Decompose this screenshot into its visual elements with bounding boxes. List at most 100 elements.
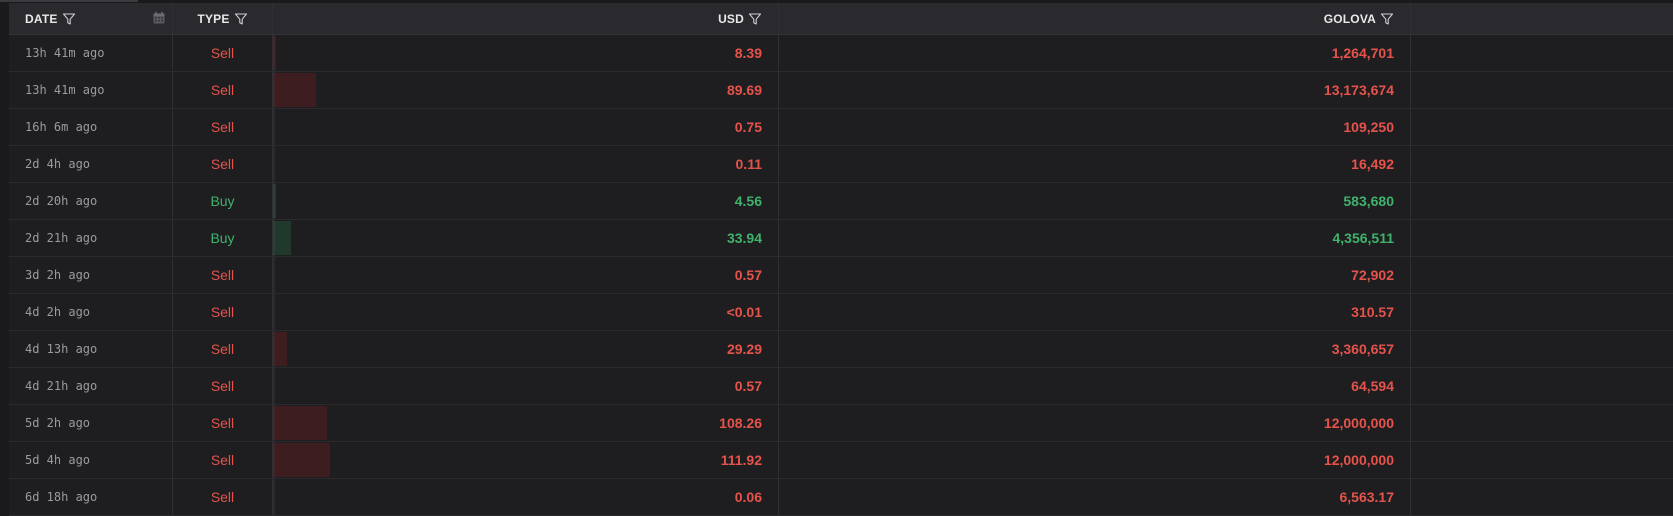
golova-value: 12,000,000: [1323, 415, 1394, 431]
column-header-usd[interactable]: USD: [273, 3, 779, 34]
cell-usd: 0.57: [273, 257, 779, 293]
cell-type: Sell: [173, 442, 273, 478]
column-label-type: TYPE: [197, 11, 230, 26]
table-row[interactable]: 6d 18h ago Sell 0.06 6,563.17: [9, 479, 1673, 516]
table-row[interactable]: 4d 13h ago Sell 29.29 3,360,657: [9, 331, 1673, 368]
cell-type: Sell: [173, 35, 273, 71]
cell-date: 3d 2h ago: [9, 257, 173, 293]
golova-value: 1,264,701: [1331, 45, 1394, 61]
cell-golova: 3,360,657: [779, 331, 1411, 367]
usd-value: 108.26: [719, 415, 762, 431]
golova-value: 16,492: [1351, 156, 1394, 172]
cell-spacer: [1411, 146, 1673, 182]
column-header-golova[interactable]: GOLOVA: [779, 3, 1411, 34]
calendar-icon[interactable]: [152, 11, 166, 25]
cell-type: Sell: [173, 109, 273, 145]
cell-date: 4d 13h ago: [9, 331, 173, 367]
cell-type: Sell: [173, 146, 273, 182]
volume-baseline: [273, 331, 275, 367]
volume-bar: [273, 443, 330, 477]
cell-usd: <0.01: [273, 294, 779, 330]
cell-spacer: [1411, 72, 1673, 108]
table-header: DATE TYPE USD GOLOVA: [9, 3, 1673, 35]
cell-date: 4d 2h ago: [9, 294, 173, 330]
date-value: 4d 21h ago: [25, 379, 98, 393]
table-row[interactable]: 2d 4h ago Sell 0.11 16,492: [9, 146, 1673, 183]
type-value: Sell: [210, 341, 235, 357]
golova-value: 4,356,511: [1332, 230, 1394, 246]
cell-usd: 29.29: [273, 331, 779, 367]
cell-spacer: [1411, 442, 1673, 478]
date-value: 4d 13h ago: [25, 342, 98, 356]
cell-type: Sell: [173, 294, 273, 330]
volume-baseline: [273, 109, 275, 145]
cell-date: 5d 4h ago: [9, 442, 173, 478]
date-value: 2d 20h ago: [25, 194, 98, 208]
usd-value: 8.39: [734, 45, 762, 61]
usd-value: 0.11: [735, 156, 762, 172]
cell-date: 13h 41m ago: [9, 35, 173, 71]
type-value: Sell: [210, 82, 235, 98]
usd-value: 89.69: [726, 82, 762, 98]
filter-icon[interactable]: [1380, 12, 1394, 26]
cell-golova: 1,264,701: [779, 35, 1411, 71]
table-row[interactable]: 4d 21h ago Sell 0.57 64,594: [9, 368, 1673, 405]
date-value: 2d 21h ago: [25, 231, 98, 245]
usd-value: 111.92: [720, 452, 762, 468]
volume-bar: [273, 73, 316, 107]
cell-golova: 12,000,000: [779, 442, 1411, 478]
table-row[interactable]: 13h 41m ago Sell 8.39 1,264,701: [9, 35, 1673, 72]
usd-value: <0.01: [726, 304, 762, 320]
date-value: 5d 2h ago: [25, 416, 91, 430]
filter-icon[interactable]: [748, 12, 762, 26]
cell-type: Sell: [173, 479, 273, 515]
table-row[interactable]: 2d 20h ago Buy 4.56 583,680: [9, 183, 1673, 220]
cell-type: Sell: [173, 405, 273, 441]
cell-golova: 6,563.17: [779, 479, 1411, 515]
date-value: 13h 41m ago: [25, 83, 105, 97]
cell-spacer: [1411, 183, 1673, 219]
horizontal-scroll-indicator[interactable]: [0, 0, 138, 2]
cell-usd: 89.69: [273, 72, 779, 108]
golova-value: 12,000,000: [1323, 452, 1394, 468]
table-row[interactable]: 5d 4h ago Sell 111.92 12,000,000: [9, 442, 1673, 479]
usd-value: 0.06: [734, 489, 762, 505]
type-value: Buy: [210, 193, 235, 209]
cell-date: 4d 21h ago: [9, 368, 173, 404]
cell-date: 13h 41m ago: [9, 72, 173, 108]
type-value: Sell: [210, 452, 235, 468]
golova-value: 6,563.17: [1339, 489, 1395, 505]
table-row[interactable]: 2d 21h ago Buy 33.94 4,356,511: [9, 220, 1673, 257]
type-value: Sell: [210, 304, 235, 320]
cell-spacer: [1411, 220, 1673, 256]
volume-bar: [273, 406, 327, 440]
volume-baseline: [273, 146, 275, 182]
table-row[interactable]: 4d 2h ago Sell <0.01 310.57: [9, 294, 1673, 331]
table-row[interactable]: 13h 41m ago Sell 89.69 13,173,674: [9, 72, 1673, 109]
cell-date: 2d 20h ago: [9, 183, 173, 219]
date-value: 5d 4h ago: [25, 453, 91, 467]
table-row[interactable]: 3d 2h ago Sell 0.57 72,902: [9, 257, 1673, 294]
filter-icon[interactable]: [62, 12, 76, 26]
cell-golova: 4,356,511: [779, 220, 1411, 256]
date-value: 2d 4h ago: [25, 157, 91, 171]
table-row[interactable]: 16h 6m ago Sell 0.75 109,250: [9, 109, 1673, 146]
volume-baseline: [273, 35, 275, 71]
column-header-type[interactable]: TYPE: [173, 3, 273, 34]
cell-golova: 109,250: [779, 109, 1411, 145]
date-value: 16h 6m ago: [25, 120, 98, 134]
filter-icon[interactable]: [234, 12, 248, 26]
golova-value: 3,360,657: [1331, 341, 1394, 357]
cell-usd: 108.26: [273, 405, 779, 441]
usd-value: 0.75: [734, 119, 762, 135]
golova-value: 64,594: [1351, 378, 1394, 394]
type-value: Sell: [210, 45, 235, 61]
cell-spacer: [1411, 479, 1673, 515]
column-header-date[interactable]: DATE: [9, 3, 173, 34]
volume-bar: [273, 221, 291, 255]
cell-usd: 8.39: [273, 35, 779, 71]
table-row[interactable]: 5d 2h ago Sell 108.26 12,000,000: [9, 405, 1673, 442]
golova-value: 13,173,674: [1323, 82, 1394, 98]
cell-golova: 12,000,000: [779, 405, 1411, 441]
cell-golova: 72,902: [779, 257, 1411, 293]
